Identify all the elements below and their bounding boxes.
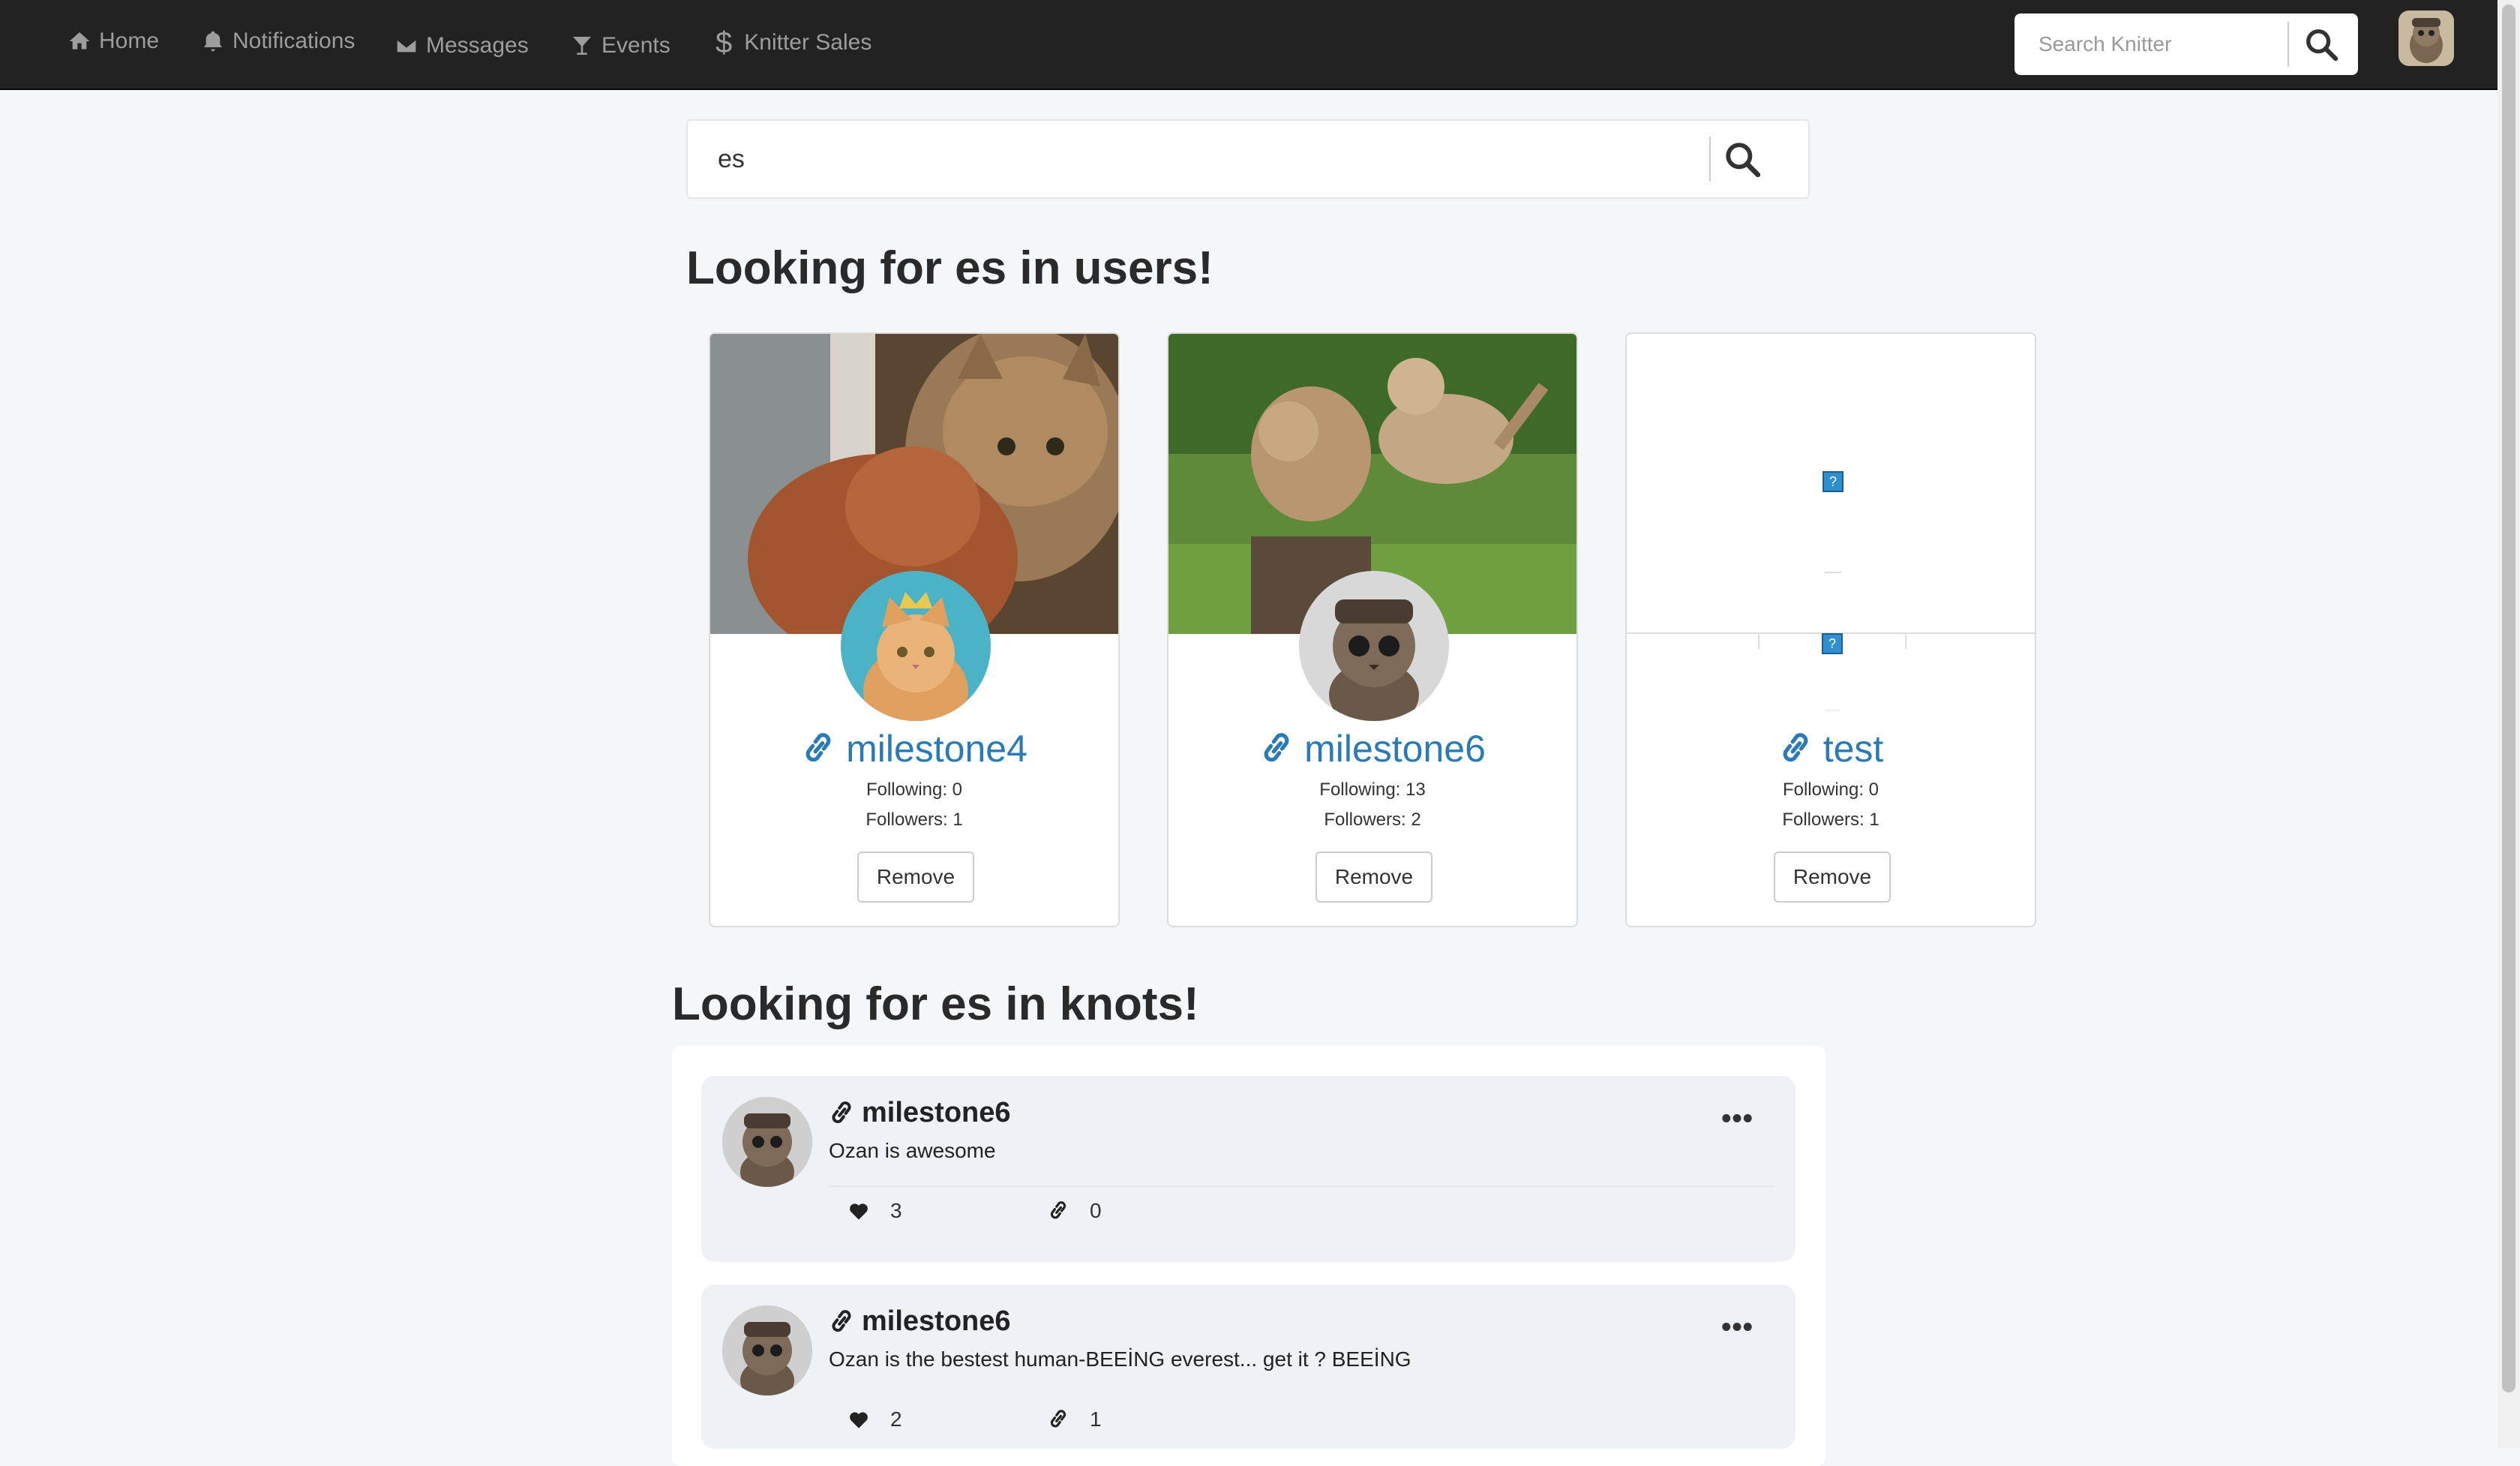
user-name-link[interactable]: milestone6 (1168, 727, 1576, 771)
link-icon (1050, 1410, 1066, 1428)
heart-icon (850, 1412, 868, 1428)
user-name: milestone6 (1304, 728, 1486, 770)
top-navbar: Home Notifications Messages Events $ Kni… (0, 0, 2498, 90)
user-avatar[interactable] (2398, 11, 2454, 66)
nav-notifications-label: Notifications (232, 29, 356, 53)
glass-icon (573, 37, 591, 55)
link-icon (806, 733, 831, 762)
knot-author-link[interactable]: milestone6 (829, 1097, 1011, 1129)
nav-events-label: Events (602, 33, 670, 58)
nav-notifications[interactable]: Notifications (201, 23, 355, 60)
followers-count: Followers: 1 (866, 810, 963, 830)
knot-item: milestone6 Ozan is the bestest human-BEE… (701, 1284, 1796, 1449)
dollar-icon: $ (716, 26, 733, 59)
link-icon (1264, 733, 1289, 762)
knot-author-avatar[interactable] (722, 1097, 812, 1187)
remove-button[interactable]: Remove (1774, 852, 1891, 903)
user-avatar-image[interactable] (1299, 571, 1449, 721)
kitten-avatar-image (2398, 11, 2454, 66)
user-card: milestone4 Following: 0 Followers: 1 Rem… (709, 332, 1120, 927)
nav-messages[interactable]: Messages (394, 27, 529, 65)
link-icon (832, 1309, 851, 1332)
nav-search-box (2014, 14, 2358, 75)
following-count: Following: 13 (1319, 780, 1426, 800)
knot-author-avatar[interactable] (722, 1305, 812, 1395)
search-icon (1726, 143, 1761, 178)
heart-icon (850, 1203, 868, 1220)
user-name: milestone4 (846, 728, 1028, 770)
svg-text:?: ? (1828, 636, 1836, 651)
knot-item: milestone6 Ozan is awesome ••• 3 0 (701, 1076, 1796, 1262)
user-card: ? ? test Following: 0 Followers: 1 Remov… (1625, 332, 2036, 927)
main-search-box (686, 119, 1810, 199)
nav-knitter-sales[interactable]: $ Knitter Sales (716, 24, 872, 62)
user-avatar-placeholder[interactable]: ? (1757, 571, 1907, 721)
envelope-icon (395, 38, 418, 54)
knot-text: Ozan is the bestest human-BEEİNG everest… (829, 1347, 1412, 1371)
nav-messages-label: Messages (426, 33, 529, 58)
home-icon (69, 32, 90, 50)
user-avatar-image[interactable] (841, 571, 991, 721)
svg-text:?: ? (1829, 474, 1837, 489)
reknot-count: 1 (1090, 1407, 1102, 1431)
search-icon (2306, 29, 2338, 62)
user-card: milestone6 Following: 13 Followers: 2 Re… (1167, 332, 1578, 927)
link-icon (1783, 733, 1808, 762)
like-button[interactable]: 2 (848, 1407, 902, 1431)
remove-button[interactable]: Remove (1316, 852, 1432, 903)
scrollbar-thumb[interactable] (2502, 5, 2516, 1392)
nav-home[interactable]: Home (68, 23, 159, 60)
following-count: Following: 0 (866, 780, 963, 800)
remove-button[interactable]: Remove (857, 852, 974, 903)
vertical-scrollbar[interactable] (2498, 0, 2520, 1449)
nav-home-label: Home (99, 29, 160, 53)
nav-knitter-sales-label: Knitter Sales (744, 30, 872, 55)
nav-search-button[interactable] (2289, 14, 2354, 75)
reknot-count: 0 (1090, 1199, 1102, 1222)
like-button[interactable]: 3 (848, 1199, 902, 1223)
followers-count: Followers: 2 (1324, 810, 1421, 830)
followers-count: Followers: 1 (1782, 810, 1880, 830)
like-count: 3 (890, 1199, 902, 1222)
nav-search-input[interactable] (2037, 32, 2288, 57)
knot-author-name: milestone6 (862, 1097, 1011, 1128)
reknot-button[interactable]: 0 (1048, 1199, 1102, 1223)
user-name-link[interactable]: milestone4 (710, 727, 1118, 771)
knot-divider (829, 1185, 1774, 1187)
user-name: test (1822, 728, 1884, 770)
knot-author-name: milestone6 (862, 1305, 1011, 1337)
following-count: Following: 0 (1782, 780, 1880, 800)
user-name-link[interactable]: test (1627, 727, 2035, 771)
more-options-icon[interactable]: ••• (1721, 1311, 1754, 1344)
like-count: 2 (890, 1407, 902, 1431)
reknot-button[interactable]: 1 (1048, 1407, 1102, 1431)
users-heading: Looking for es in users! (686, 242, 1214, 294)
knot-text: Ozan is awesome (829, 1139, 996, 1162)
link-icon (832, 1101, 851, 1123)
knot-author-link[interactable]: milestone6 (829, 1305, 1011, 1338)
more-options-icon[interactable]: ••• (1721, 1103, 1754, 1135)
nav-events[interactable]: Events (570, 27, 670, 65)
link-icon (1050, 1201, 1066, 1219)
knots-heading: Looking for es in knots! (672, 978, 1199, 1030)
main-search-input[interactable] (716, 143, 1657, 175)
bell-icon (204, 31, 222, 52)
main-search-button[interactable] (1711, 122, 1774, 197)
